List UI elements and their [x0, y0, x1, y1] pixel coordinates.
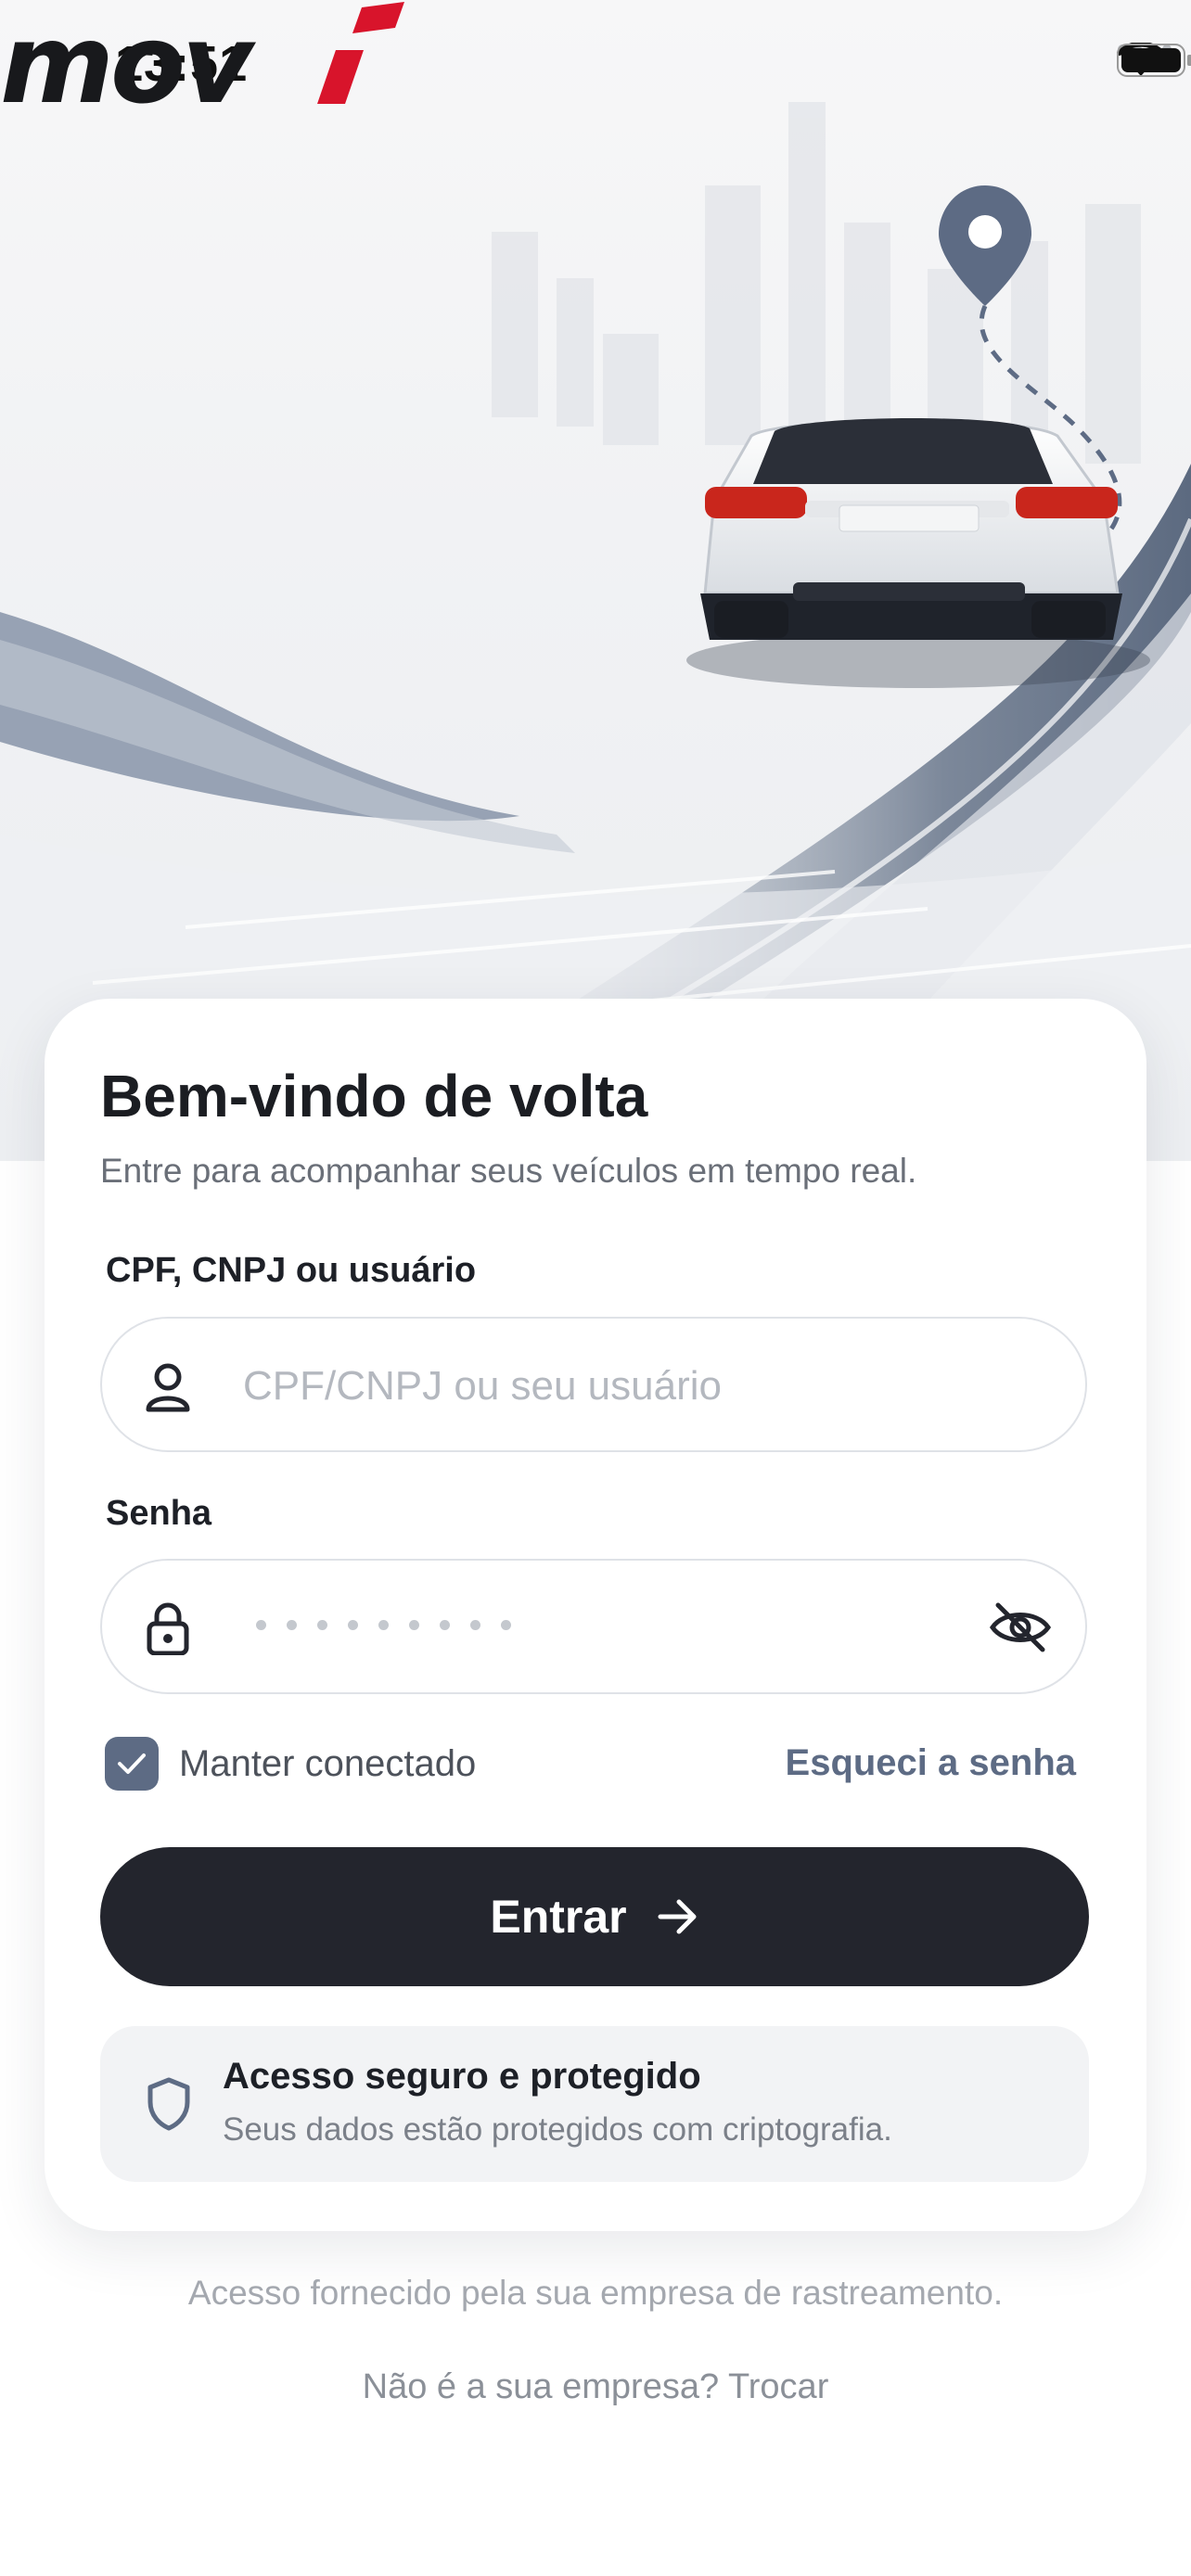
- eye-off-icon[interactable]: [989, 1600, 1052, 1655]
- svg-text:mov: mov: [0, 0, 257, 111]
- login-button[interactable]: Entrar: [100, 1847, 1089, 1986]
- page-subtitle: Entre para acompanhar seus veículos em t…: [100, 1152, 917, 1190]
- keep-connected-toggle[interactable]: Manter conectado: [105, 1737, 476, 1791]
- security-notice: Acesso seguro e protegido Seus dados est…: [100, 2026, 1089, 2182]
- check-icon: [118, 1753, 146, 1774]
- keep-connected-label: Manter conectado: [179, 1742, 477, 1784]
- user-input[interactable]: [241, 1337, 1005, 1435]
- battery-icon: [1117, 44, 1191, 77]
- security-notice-title: Acesso seguro e protegido: [223, 2056, 701, 2097]
- shield-icon: [147, 2077, 190, 2131]
- car-illustration: [686, 418, 1150, 688]
- hero-illustration: [0, 102, 1191, 1161]
- user-field[interactable]: [100, 1317, 1087, 1452]
- keep-connected-checkbox[interactable]: [105, 1737, 159, 1791]
- movi-logo: mov: [0, 0, 404, 111]
- user-icon: [146, 1363, 190, 1412]
- password-field-label: Senha: [106, 1494, 212, 1533]
- security-notice-text: Seus dados estão protegidos com criptogr…: [223, 2111, 892, 2148]
- provider-text: Acesso fornecido pela sua empresa de ras…: [187, 2274, 1004, 2312]
- password-field[interactable]: [100, 1559, 1087, 1694]
- login-card: Bem-vindo de volta Entre para acompanhar…: [45, 999, 1146, 2231]
- hero-banner: 13:51 mov: [0, 0, 1191, 1161]
- lock-icon: [147, 1602, 189, 1655]
- forgot-password-link[interactable]: Esqueci a senha: [786, 1742, 1076, 1784]
- page-title: Bem-vindo de volta: [100, 1063, 648, 1129]
- user-field-label: CPF, CNPJ ou usuário: [106, 1251, 477, 1290]
- password-mask[interactable]: [256, 1620, 511, 1630]
- login-button-label: Entrar: [490, 1891, 627, 1943]
- arrow-right-icon: [658, 1899, 697, 1934]
- switch-company-link[interactable]: Não é a sua empresa? Trocar: [0, 2367, 1191, 2407]
